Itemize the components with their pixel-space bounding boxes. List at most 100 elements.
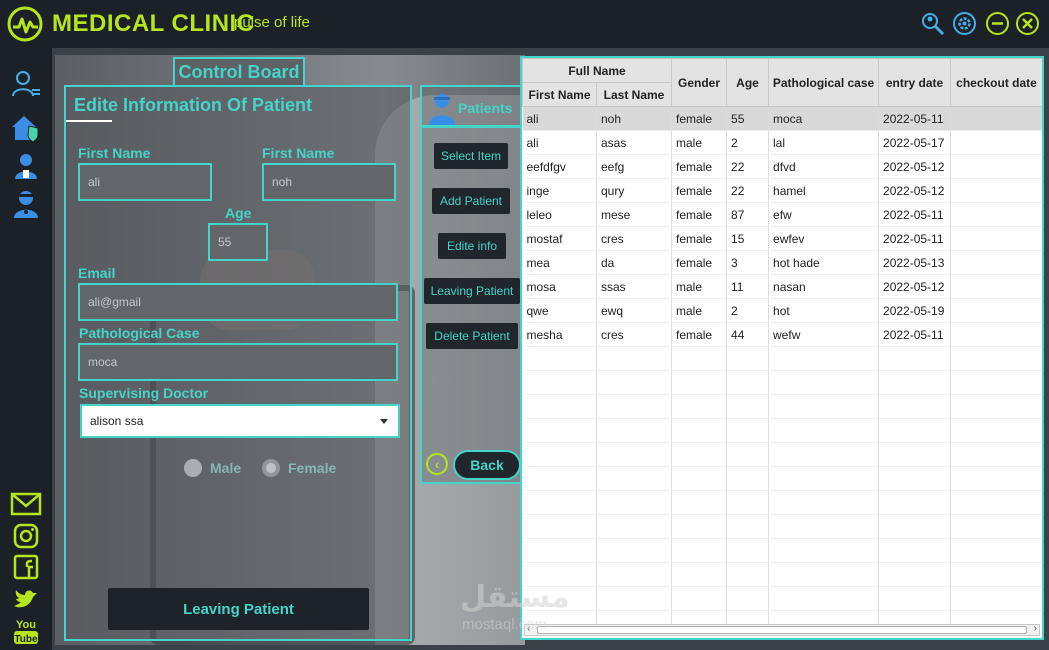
horizontal-scrollbar[interactable]: ‹ › [524,623,1040,636]
gender-female-radio[interactable]: Female [262,459,336,477]
table-cell [950,562,1042,587]
gender-female-label: Female [288,460,337,476]
table-cell: 2022-05-13 [878,250,952,275]
table-row[interactable] [522,394,1042,419]
close-icon[interactable] [1015,11,1040,36]
table-cell [768,466,880,491]
radio-dot [184,459,202,477]
table-row[interactable] [522,586,1042,611]
user-list-icon[interactable] [10,68,42,100]
twitter-icon[interactable] [10,583,42,615]
gear-icon[interactable] [952,11,977,36]
age-field[interactable]: 55 [208,223,268,261]
pathological-case-field[interactable]: moca [78,343,398,381]
table-cell [596,538,673,563]
table-cell [950,586,1042,611]
table-row[interactable] [522,514,1042,539]
table-row[interactable] [522,418,1042,443]
table-cell [726,346,770,371]
facebook-icon[interactable] [10,551,42,583]
patient-icon[interactable] [10,188,42,220]
table-row[interactable]: inge qury female 22 hamel 2022-05-12 [522,178,1042,203]
search-user-icon[interactable] [920,11,945,36]
table-cell: efw [768,202,880,227]
table-row[interactable] [522,466,1042,491]
table-cell [522,418,597,443]
mail-icon[interactable] [10,488,42,520]
watermark-url: mostaql.com [462,616,548,633]
table-cell: wefw [768,322,880,347]
control-board-label: Control Board [173,57,305,85]
back-button[interactable]: Back [453,450,521,480]
last-name-field[interactable]: noh [262,163,396,201]
table-cell [768,514,880,539]
table-cell [768,442,880,467]
table-cell: 22 [726,178,770,203]
table-cell [768,586,880,611]
supervising-doctor-select[interactable]: alison ssa [80,404,400,438]
sidebar: You Tube [0,48,52,650]
table-row[interactable] [522,538,1042,563]
table-row[interactable] [522,346,1042,371]
patient-avatar-icon [426,90,458,126]
patients-header: Patients [420,85,520,127]
table-cell [671,370,728,395]
first-name-field[interactable]: ali [78,163,212,201]
select-item-button[interactable]: Select Item [434,143,508,169]
delete-patient-button[interactable]: Delete Patient [426,323,518,349]
email-field[interactable]: ali@gmail [78,283,398,321]
leaving-patient-side-button[interactable]: Leaving Patient [424,278,520,304]
table-row[interactable]: eefdfgv eefg female 22 dfvd 2022-05-12 [522,154,1042,179]
table-cell [768,490,880,515]
table-cell [878,514,952,539]
table-body: ali noh female 55 moca 2022-05-11 ali asas male 2… [522,106,1042,635]
col-header-first-name[interactable]: First Name [522,82,597,107]
leaving-patient-button[interactable]: Leaving Patient [108,588,369,630]
minimize-icon[interactable] [985,11,1010,36]
table-row[interactable] [522,490,1042,515]
table-cell [950,514,1042,539]
table-row[interactable] [522,370,1042,395]
table-row[interactable]: leleo mese female 87 efw 2022-05-11 [522,202,1042,227]
table-cell: female [671,178,728,203]
table-cell: eefdfgv [522,154,597,179]
table-cell [726,490,770,515]
table-row[interactable]: mosa ssas male 11 nasan 2022-05-12 [522,274,1042,299]
scrollbar-thumb[interactable] [537,626,1027,634]
patients-actions-panel: Select Item Add Patient Edite info Leavi… [420,126,521,484]
table-cell: nasan [768,274,880,299]
gender-male-radio[interactable]: Male [184,459,241,477]
table-row[interactable]: mea da female 3 hot hade 2022-05-13 [522,250,1042,275]
col-header-last-name[interactable]: Last Name [595,82,673,107]
col-header-entry-date[interactable]: entry date [878,58,952,107]
table-row[interactable] [522,562,1042,587]
col-header-checkout-date[interactable]: checkout date [950,58,1042,107]
instagram-icon[interactable] [10,520,42,552]
youtube-icon[interactable]: You Tube [10,615,42,647]
table-cell [726,418,770,443]
edit-info-button[interactable]: Edite info [438,233,506,259]
table-row[interactable]: mostaf cres female 15 ewfev 2022-05-11 [522,226,1042,251]
home-shield-icon[interactable] [10,112,42,144]
doctor-icon[interactable] [10,150,42,182]
scroll-right-icon[interactable]: › [1034,623,1037,634]
table-cell [522,442,597,467]
table-cell [596,586,673,611]
table-cell: hamel [768,178,880,203]
table-cell: lal [768,130,880,155]
col-header-gender[interactable]: Gender [671,58,728,107]
col-header-pathological-case[interactable]: Pathological case [768,58,880,107]
table-row[interactable]: mesha cres female 44 wefw 2022-05-11 [522,322,1042,347]
back-arrow-icon[interactable]: ‹ [426,453,448,475]
table-cell: 2 [726,130,770,155]
table-row[interactable]: ali asas male 2 lal 2022-05-17 [522,130,1042,155]
table-cell [671,394,728,419]
table-row[interactable]: ali noh female 55 moca 2022-05-11 [522,106,1042,131]
table-row[interactable] [522,442,1042,467]
table-cell: ewfev [768,226,880,251]
table-row[interactable]: qwe ewq male 2 hot 2022-05-19 [522,298,1042,323]
add-patient-button[interactable]: Add Patient [432,188,510,214]
col-header-age[interactable]: Age [726,58,770,107]
app-title: MEDICAL CLINIC [52,10,255,37]
table-cell: male [671,274,728,299]
